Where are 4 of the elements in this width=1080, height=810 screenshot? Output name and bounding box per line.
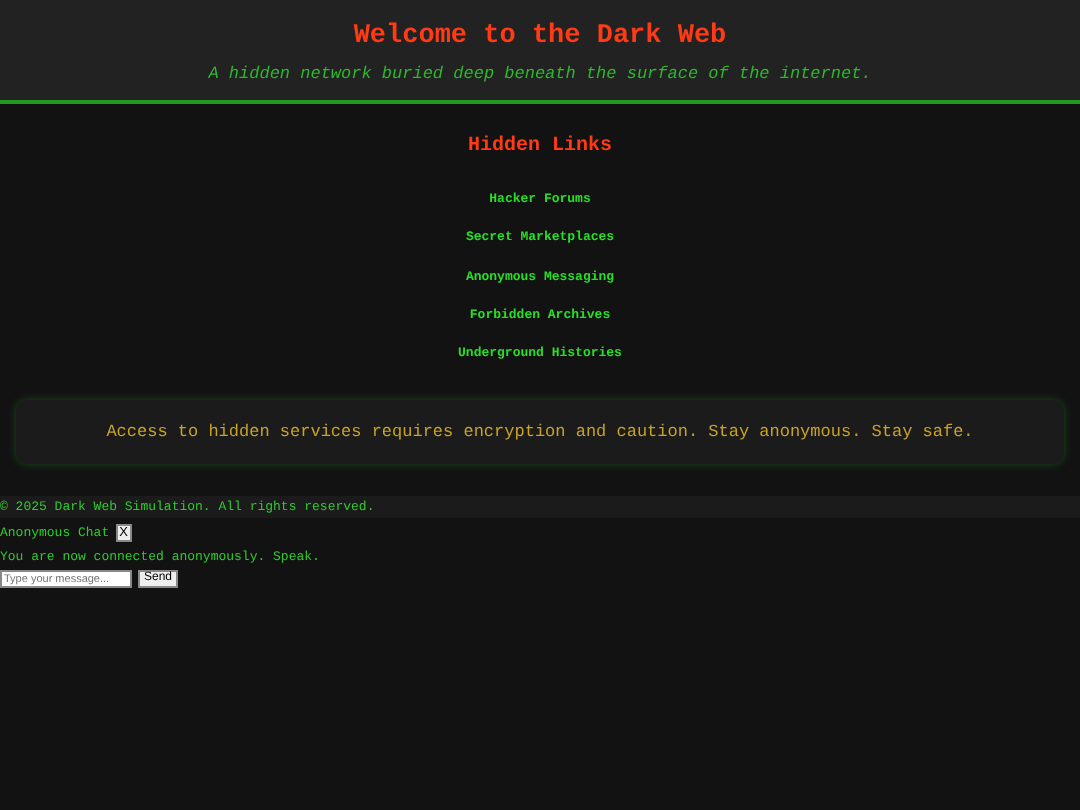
page-title: Welcome to the Dark Web bbox=[351, 20, 729, 56]
section-heading: Hidden Links bbox=[467, 133, 612, 162]
page-subtitle: A hidden network buried deep beneath the surface of the internet. bbox=[206, 64, 874, 84]
notice-text: Access to hidden services requires encryption and caution. Stay anonymous. Stay safe. bbox=[106, 422, 974, 443]
